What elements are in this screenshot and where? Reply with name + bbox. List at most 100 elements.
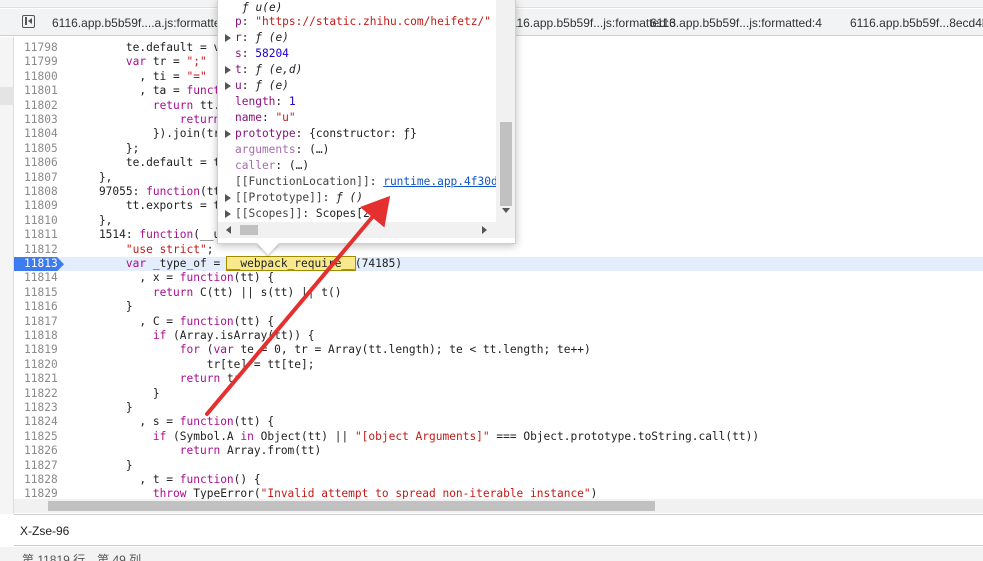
line-number[interactable]: 11799 [14,55,66,69]
code-text: , C = function(tt) { [72,314,275,328]
code-line[interactable]: 11813 var _type_of = __webpack_require__… [14,256,983,272]
code-line[interactable]: 11824 , s = function(tt) { [14,415,983,429]
line-number[interactable]: 11809 [14,199,66,213]
code-line[interactable]: 11817 , C = function(tt) { [14,315,983,329]
property-row[interactable]: [[Scopes]]: Scopes[2] [218,206,496,222]
line-number[interactable]: 11810 [14,214,66,228]
line-number[interactable]: 11806 [14,156,66,170]
scrollbar-thumb[interactable] [48,501,655,511]
code-line[interactable]: 11828 , t = function() { [14,473,983,487]
line-number[interactable]: 11816 [14,300,66,314]
line-number[interactable]: 11821 [14,372,66,386]
tab-file-3[interactable]: 6116.app.b5b59f...js:formatted:4 [650,16,822,30]
expand-triangle-icon[interactable] [225,82,231,90]
line-number[interactable]: 11808 [14,185,66,199]
line-number[interactable]: 11823 [14,401,66,415]
code-line[interactable]: 11821 return tr [14,372,983,386]
code-text: } [72,386,160,400]
code-text: , ta = funct [72,84,221,98]
property-key: arguments [235,143,296,156]
expand-triangle-icon[interactable] [225,34,231,42]
code-line[interactable]: 11815 return C(tt) || s(tt) || t() [14,286,983,300]
line-number[interactable]: 11825 [14,430,66,444]
property-value: (…) [288,159,310,172]
line-number[interactable]: 11798 [14,41,66,55]
expand-triangle-icon[interactable] [225,130,231,138]
tab-file-4[interactable]: 6116.app.b5b59f...8ecd4b [850,16,983,30]
property-row[interactable]: r: ƒ (e) [218,30,496,46]
scroll-left-icon[interactable] [226,226,231,234]
line-number[interactable]: 11812 [14,243,66,257]
code-line[interactable]: 11814 , x = function(tt) { [14,271,983,285]
property-key: [[Scopes]] [235,207,303,220]
code-text: } [72,300,133,314]
line-number[interactable]: 11819 [14,343,66,357]
toggle-navigator-icon[interactable] [22,15,35,28]
property-key: p [235,15,242,28]
tab-file-1[interactable]: 6116.app.b5b59f....a.js:formatted [52,16,227,30]
property-key: [[Prototype]] [235,191,323,204]
property-value: (…) [309,143,330,156]
line-number[interactable]: 11800 [14,70,66,84]
popover-pointer [257,243,279,255]
line-number[interactable]: 11820 [14,358,66,372]
popover-horizontal-scrollbar[interactable] [218,222,515,238]
property-row[interactable]: prototype: {constructor: ƒ} [218,126,496,142]
property-row[interactable]: [[Prototype]]: ƒ () [218,190,496,206]
code-line[interactable]: 11826 return Array.from(tt) [14,444,983,458]
property-row[interactable]: t: ƒ (e,d) [218,62,496,78]
code-line[interactable]: 11820 tr[te] = tt[te]; [14,358,983,372]
code-line[interactable]: 11829 throw TypeError("Invalid attempt t… [14,487,983,499]
line-number[interactable]: 11817 [14,315,66,329]
line-number[interactable]: 11829 [14,487,66,499]
line-number[interactable]: 11803 [14,113,66,127]
line-number[interactable]: 11807 [14,171,66,185]
line-number[interactable]: 11805 [14,142,66,156]
line-number[interactable]: 11827 [14,459,66,473]
property-row: p: "https://static.zhihu.com/heifetz/" [235,15,491,28]
search-input[interactable] [20,522,420,540]
expand-triangle-icon[interactable] [225,210,231,218]
code-line[interactable]: 11818 if (Array.isArray(tt)) { [14,329,983,343]
property-key: name [235,111,262,124]
code-text: "use strict"; [125,242,214,256]
line-number[interactable]: 11801 [14,84,66,98]
code-line[interactable]: 11822 } [14,387,983,401]
code-text: } [72,458,133,472]
line-number[interactable]: 11815 [14,286,66,300]
code-line[interactable]: 11816 } [14,300,983,314]
line-number[interactable]: 11824 [14,415,66,429]
popover-content: ƒ u(e) p: "https://static.zhihu.com/heife… [218,0,496,222]
editor-horizontal-scrollbar[interactable] [14,499,983,513]
scroll-right-icon[interactable] [482,226,487,234]
code-text: , x = function(tt) { [72,271,275,285]
property-value: ƒ (e,d) [255,63,303,76]
popover-vertical-scrollbar[interactable] [496,0,515,222]
expand-triangle-icon[interactable] [225,66,231,74]
line-number[interactable]: 11822 [14,387,66,401]
code-line[interactable]: 11827 } [14,459,983,473]
property-row: arguments: (…) [235,143,330,156]
code-line[interactable]: 11812 "use strict"; [14,243,983,257]
expand-triangle-icon[interactable] [225,194,231,202]
code-text: tr[te] = tt[te]; [72,357,315,371]
line-number[interactable]: 11802 [14,99,66,113]
popover-title: ƒ u(e) [242,1,283,14]
line-number[interactable]: 11818 [14,329,66,343]
breakpoint-line-number[interactable]: 11813 [14,257,64,272]
code-line[interactable]: 11825 if (Symbol.A in Object(tt) || "[ob… [14,430,983,444]
line-number[interactable]: 11828 [14,473,66,487]
scroll-down-icon[interactable] [502,208,510,213]
line-number[interactable]: 11826 [14,444,66,458]
property-row: s: 58204 [235,47,289,60]
line-number[interactable]: 11814 [14,271,66,285]
code-line[interactable]: 11823 } [14,401,983,415]
line-number[interactable]: 11811 [14,228,66,242]
code-line[interactable]: 11819 for (var te = 0, tr = Array(tt.len… [14,343,983,357]
property-row[interactable]: u: ƒ (e) [218,78,496,94]
property-row: length: 1 [235,95,296,108]
line-number[interactable]: 11804 [14,127,66,141]
property-key: u [235,79,242,92]
code-text: return Array.from(tt) [179,444,322,458]
function-location-link[interactable]: runtime.app.4f30d [383,175,496,188]
